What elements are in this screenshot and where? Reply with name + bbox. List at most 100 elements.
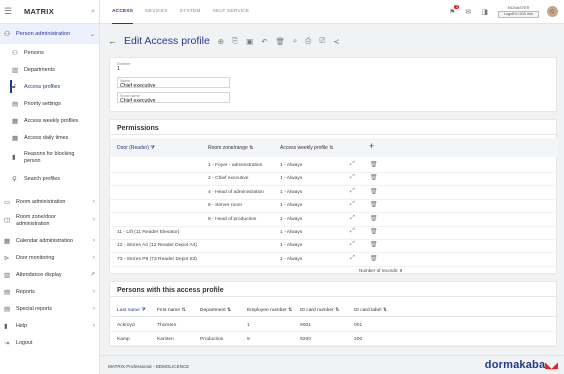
sidebar-group-room-administration[interactable]: ▭ Room administration › [0,193,99,210]
short-name-value: Chief executive [120,98,156,104]
sidebar-item-label: Access weekly profiles [24,117,79,124]
back-arrow-icon[interactable]: ← [108,36,117,46]
chevron-down-icon: ⌄ [89,31,95,38]
cell-access-weekly-profile: 1 - Always [280,189,303,195]
column-last-name[interactable]: Last name ⧩ [117,307,146,313]
chevron-right-icon: › [93,288,95,295]
new-icon[interactable]: ⊕ [218,37,224,46]
cell-label: 001 [354,322,363,328]
sidebar-item-persons[interactable]: ⚇ Persons [0,44,99,61]
add-permission-button[interactable]: + [369,141,374,151]
sidebar-group-logout[interactable]: ⇥ Logout [0,334,99,351]
chevron-right-icon: › [93,322,95,329]
clock-icon: ▦ [12,134,19,142]
sidebar-group-reports[interactable]: ▤ Reports › [0,283,99,300]
sidebar-item-departments[interactable]: ▥ Departments [0,61,99,78]
sidebar-group-door-monitoring[interactable]: ⊳ Door monitoring › [0,249,99,266]
delete-icon[interactable]: 🗑︎ [370,241,378,248]
column-label: Room zone/range [208,145,248,151]
sidebar-item-label: Access profiles [24,83,61,90]
sort-icon: ⇅ [226,308,232,313]
edit-icon[interactable]: ⤢ [350,228,355,235]
logoff-button[interactable]: Logoff in 600 min [497,10,539,18]
cell-room-zone: 8 - Head of production [208,216,257,222]
sidebar-group-calendar-administration[interactable]: ▦ Calendar administration › [0,232,99,249]
filter-icon: ⧩ [141,308,146,313]
delete-icon[interactable]: 🗑︎ [370,161,378,168]
logout-icon: ⇥ [4,339,10,347]
report-icon: ▤ [4,288,11,296]
cell-door-reader: 12 - Stores A4 (12 Reader Depot A4) [117,243,197,249]
edit-icon[interactable]: ⤢ [350,241,355,248]
column-label: First name [157,308,181,313]
table-row[interactable]: 73 - Stores P8 (73 Reader Depot 83) 1 - A… [110,252,558,267]
tab-self-service[interactable]: SELF SERVICE [213,0,250,24]
column-id-card-label[interactable]: ID card label ⇅ [354,307,387,313]
monitor-icon: ⊳ [4,254,10,262]
hamburger-icon[interactable]: ☰ [4,6,18,17]
column-id-card-number[interactable]: ID card number ⇅ [300,307,339,313]
sidebar-section-person-administration[interactable]: ⚇ Person administration ⌄ [0,24,99,44]
name-field[interactable]: Name Chief executive [117,77,230,89]
column-label: Last name [117,308,140,313]
sidebar-item-label: Reasons for blocking person [24,150,75,164]
column-room-zone[interactable]: Room zone/range ⇅ [208,145,253,151]
edit-icon[interactable]: ⤢ [350,188,355,195]
sidebar-item-access-daily-times[interactable]: ▦ Access daily times [0,129,99,146]
tab-devices[interactable]: DEVICES [145,0,167,24]
sidebar-item-access-weekly-profiles[interactable]: ▦ Access weekly profiles [0,112,99,129]
search-doc-icon[interactable]: ⌕ [293,36,297,46]
delete-icon[interactable]: 🗑︎ [370,188,378,195]
sidebar-item-reasons-for-blocking[interactable]: ▮ Reasons for blocking person [0,146,99,170]
persons-table-header: Last name ⧩ First name ⇅ Department ⇅ Em… [110,302,558,317]
sidebar-item-priority-settings[interactable]: ▤ Priority settings [0,95,99,112]
sidebar-item-label: Search profiles [24,175,60,182]
tab-system[interactable]: SYSTEM [180,0,201,24]
delete-icon[interactable]: 🗑︎ [370,174,378,181]
column-access-weekly-profile[interactable]: Access weekly profile ⇅ [280,145,333,151]
edit-icon[interactable]: ⤢ [350,161,355,168]
delete-icon[interactable]: 🗑︎ [370,215,378,222]
delete-icon[interactable]: 🗑︎ [275,37,285,46]
avatar[interactable]: ☺ [547,6,558,17]
layout-toggle-icon[interactable]: ◨ [481,8,488,16]
column-department[interactable]: Department ⇅ [200,307,231,313]
print-icon[interactable]: ⎙ [305,36,311,46]
sort-icon: ⇅ [335,308,340,313]
delete-icon[interactable]: 🗑︎ [370,228,378,235]
table-row[interactable]: Kamp Karsten Production 9 9200 200 [110,332,558,346]
edit-icon[interactable]: ⤢ [350,215,355,222]
sidebar-group-room-zone[interactable]: ◫ Room zone/door administration › [0,210,99,232]
short-name-field[interactable]: Short name Chief executive [117,92,230,104]
number-field[interactable]: Number 1 [117,62,131,72]
delete-icon[interactable]: 🗑︎ [370,255,378,262]
edit-icon[interactable]: ⤢ [350,255,355,262]
share-icon[interactable]: ≺ [333,37,339,46]
mail-icon[interactable]: ✉ [465,8,471,16]
delete-icon[interactable]: 🗑︎ [370,201,378,208]
undo-icon[interactable]: ↶ [261,37,267,46]
copy-icon[interactable]: ⎘ [232,36,238,46]
sidebar-group-help[interactable]: ▮ Help › [0,317,99,334]
sidebar-item-access-profiles[interactable]: 🔓︎ Access profiles [0,78,99,95]
tab-access[interactable]: ACCESS [112,0,134,24]
print-preview-icon[interactable]: ⎚ [319,36,325,46]
chevron-right-icon: › [93,305,95,312]
column-employee-number[interactable]: Employee number ⇅ [247,307,292,313]
chevron-right-icon: › [93,198,95,205]
sidebar-item-search-profiles[interactable]: ⚲ Search profiles [0,170,99,187]
column-label: Access weekly profile [280,145,328,151]
cell-access-weekly-profile: 1 - Always [280,176,303,182]
save-icon[interactable]: ▣ [246,37,253,46]
notification-icon[interactable]: ⚑ 2 [449,4,460,16]
column-door-reader[interactable]: Door (Reader) ⧩ [117,145,155,151]
person-icon: ⚇ [4,31,11,38]
column-first-name[interactable]: First name ⇅ [157,307,186,313]
search-icon[interactable]: ⌕ [91,8,95,16]
cell-door-reader: 11 - Lift (11 Reader Elevator) [117,230,180,235]
table-row[interactable]: Ackroyd Thorsten 1 9001 001 [110,318,558,332]
sidebar-group-attendance-display[interactable]: ▥ Attendance display ↗ [0,266,99,283]
edit-icon[interactable]: ⤢ [350,174,355,181]
edit-icon[interactable]: ⤢ [350,201,355,208]
sidebar-group-special-reports[interactable]: ▤ Special reports › [0,300,99,317]
